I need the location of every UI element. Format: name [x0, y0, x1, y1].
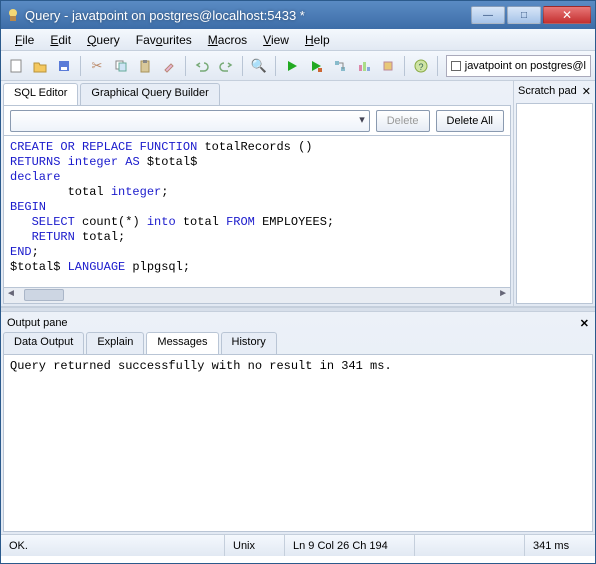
- save-icon[interactable]: [53, 55, 75, 77]
- editor-horizontal-scrollbar[interactable]: [3, 288, 511, 304]
- editor-area: SQL Editor Graphical Query Builder Delet…: [1, 81, 513, 306]
- menu-query[interactable]: Query: [79, 31, 128, 49]
- toolbar-separator: [437, 56, 438, 76]
- scratch-pad-panel: Scratch pad ✕: [513, 81, 595, 306]
- tab-history[interactable]: History: [221, 332, 277, 354]
- delete-button[interactable]: Delete: [376, 110, 430, 132]
- editor-toolbar: Delete Delete All: [3, 105, 511, 135]
- menu-macros[interactable]: Macros: [200, 31, 255, 49]
- toolbar-separator: [80, 56, 81, 76]
- title-bar: Query - javatpoint on postgres@localhost…: [1, 1, 595, 29]
- scratch-pad-textarea[interactable]: [516, 103, 593, 304]
- window-controls: — □ ✕: [469, 6, 591, 24]
- toolbar-separator: [242, 56, 243, 76]
- connection-label: javatpoint on postgres@l: [465, 60, 586, 72]
- menu-view[interactable]: View: [255, 31, 297, 49]
- window-title: Query - javatpoint on postgres@localhost…: [25, 8, 469, 23]
- tab-data-output[interactable]: Data Output: [3, 332, 84, 354]
- scratch-pad-close-icon[interactable]: ✕: [582, 85, 591, 98]
- status-bar: OK. Unix Ln 9 Col 26 Ch 194 341 ms: [1, 534, 595, 556]
- output-messages-content[interactable]: Query returned successfully with no resu…: [3, 354, 593, 532]
- connection-checkbox-icon: [451, 61, 461, 71]
- app-icon: [5, 7, 21, 23]
- open-icon[interactable]: [29, 55, 51, 77]
- explain-icon[interactable]: [329, 55, 351, 77]
- scrollbar-thumb[interactable]: [24, 289, 64, 301]
- status-spacer: [415, 535, 525, 556]
- new-icon[interactable]: [5, 55, 27, 77]
- tab-graphical-query-builder[interactable]: Graphical Query Builder: [80, 83, 219, 105]
- main-toolbar: ✂ 🔍 ? javatpoint on postgres@l: [1, 51, 595, 81]
- output-header: Output pane ✕: [3, 314, 593, 332]
- workspace: SQL Editor Graphical Query Builder Delet…: [1, 81, 595, 307]
- redo-icon[interactable]: [215, 55, 237, 77]
- history-combo[interactable]: [10, 110, 370, 132]
- clear-icon[interactable]: [158, 55, 180, 77]
- sql-editor-textarea[interactable]: CREATE OR REPLACE FUNCTION totalRecords …: [3, 135, 511, 288]
- maximize-button[interactable]: □: [507, 6, 541, 24]
- output-tabs: Data Output Explain Messages History: [3, 332, 593, 354]
- minimize-button[interactable]: —: [471, 6, 505, 24]
- menu-favourites[interactable]: Favourites: [128, 31, 200, 49]
- copy-icon[interactable]: [110, 55, 132, 77]
- toolbar-separator: [275, 56, 276, 76]
- menu-bar: File Edit Query Favourites Macros View H…: [1, 29, 595, 51]
- toolbar-separator: [185, 56, 186, 76]
- find-icon[interactable]: 🔍: [248, 55, 270, 77]
- menu-file[interactable]: File: [7, 31, 42, 49]
- toolbar-separator: [404, 56, 405, 76]
- scratch-pad-title: Scratch pad: [518, 85, 577, 97]
- delete-all-button[interactable]: Delete All: [436, 110, 504, 132]
- tab-explain[interactable]: Explain: [86, 332, 144, 354]
- svg-text:?: ?: [418, 62, 423, 72]
- help-icon[interactable]: ?: [410, 55, 432, 77]
- editor-tabs: SQL Editor Graphical Query Builder: [3, 83, 511, 105]
- connection-selector[interactable]: javatpoint on postgres@l: [446, 55, 591, 77]
- status-time: 341 ms: [525, 535, 595, 556]
- menu-edit[interactable]: Edit: [42, 31, 79, 49]
- cut-icon[interactable]: ✂: [86, 55, 108, 77]
- execute-icon[interactable]: [281, 55, 303, 77]
- output-close-icon[interactable]: ✕: [580, 317, 589, 330]
- close-button[interactable]: ✕: [543, 6, 591, 24]
- status-position: Ln 9 Col 26 Ch 194: [285, 535, 415, 556]
- paste-icon[interactable]: [134, 55, 156, 77]
- output-panel: Output pane ✕ Data Output Explain Messag…: [1, 312, 595, 534]
- tab-sql-editor[interactable]: SQL Editor: [3, 83, 78, 105]
- scratch-pad-header: Scratch pad ✕: [514, 81, 595, 101]
- menu-help[interactable]: Help: [297, 31, 338, 49]
- status-encoding: Unix: [225, 535, 285, 556]
- explain-analyze-icon[interactable]: [353, 55, 375, 77]
- cancel-icon[interactable]: [377, 55, 399, 77]
- output-title: Output pane: [7, 317, 68, 329]
- tab-messages[interactable]: Messages: [146, 332, 218, 354]
- undo-icon[interactable]: [191, 55, 213, 77]
- status-message: OK.: [1, 535, 225, 556]
- execute-opts-icon[interactable]: [305, 55, 327, 77]
